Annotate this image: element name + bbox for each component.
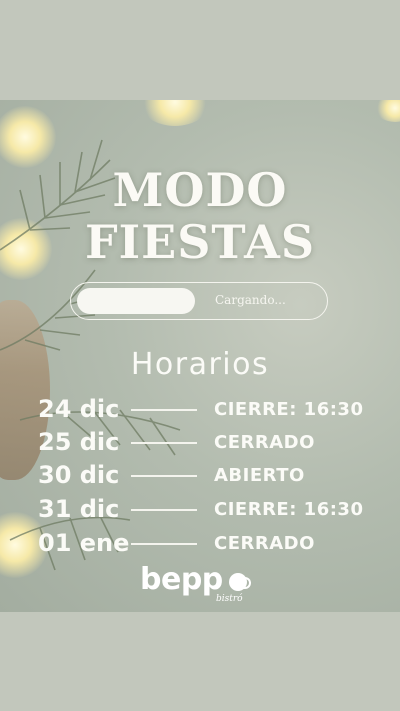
schedule-date: 01 ene [38, 529, 130, 557]
schedule-heading: Horarios [130, 347, 270, 382]
schedule-status: CIERRE: 16:30 [214, 499, 364, 520]
schedule-status: ABIERTO [214, 465, 305, 486]
schedule-date: 31 dic [38, 495, 120, 523]
schedule-status: CERRADO [214, 432, 315, 453]
title-line-2: FIESTAS [84, 215, 316, 269]
schedule-row: 31 dic CIERRE: 16:30 [0, 495, 400, 527]
schedule-date: 30 dic [38, 461, 120, 489]
schedule-date: 25 dic [38, 428, 120, 456]
loading-bar-fill [77, 288, 195, 314]
schedule-divider [131, 509, 197, 511]
logo-wordmark: bepp [140, 562, 223, 597]
schedule-divider [131, 543, 197, 545]
schedule-row: 01 ene CERRADO [0, 529, 400, 561]
schedule-date: 24 dic [38, 395, 120, 423]
schedule-status: CIERRE: 16:30 [214, 399, 364, 420]
holiday-poster: MODO FIESTAS Cargando... Horarios 24 dic… [0, 100, 400, 612]
logo-subtitle: bistró [216, 594, 243, 604]
cup-handle-icon [243, 577, 251, 589]
schedule-status: CERRADO [214, 533, 315, 554]
schedule-row: 30 dic ABIERTO [0, 461, 400, 493]
loading-bar: Cargando... [70, 282, 328, 320]
schedule-divider [131, 409, 197, 411]
schedule-row: 25 dic CERRADO [0, 428, 400, 460]
loading-text: Cargando... [215, 293, 286, 307]
beppo-bistro-logo: bepp bistró [140, 562, 260, 606]
schedule-divider [131, 442, 197, 444]
title-line-1: MODO [112, 163, 288, 217]
schedule-row: 24 dic CIERRE: 16:30 [0, 395, 400, 427]
schedule-divider [131, 475, 197, 477]
